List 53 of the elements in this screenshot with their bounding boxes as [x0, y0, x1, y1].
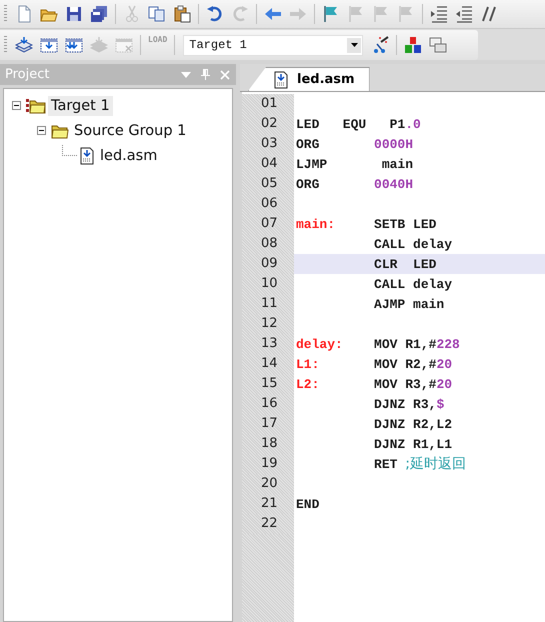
code-editor[interactable] [242, 92, 545, 622]
tree-item[interactable]: Source Group 1 [71, 120, 190, 140]
code-line: ORG 0000H [295, 136, 414, 152]
code-line: ORG 0040H [295, 176, 414, 192]
collapse-toggle[interactable] [12, 101, 24, 110]
line-number: 08 [242, 234, 294, 254]
line-number: 06 [242, 194, 294, 214]
code-line: DJNZ R1,L1 [373, 436, 452, 452]
tree-item[interactable]: Target 1 [48, 96, 113, 116]
line-number: 09 [242, 254, 294, 274]
code-line: DJNZ R2,L2 [373, 416, 452, 432]
code-line: CALL delay [373, 276, 452, 292]
code-line: RET ;延时返回 [373, 455, 466, 473]
line-number: 20 [242, 474, 294, 494]
line-number: 01 [242, 94, 294, 114]
line-number: 04 [242, 154, 294, 174]
target-dropdown[interactable]: Target 1 [183, 34, 364, 56]
file-icon [273, 70, 289, 88]
line-number: 22 [242, 514, 294, 534]
line-number: 13 [242, 334, 294, 354]
line-number: 11 [242, 294, 294, 314]
line-number: 18 [242, 434, 294, 454]
code-line: main: SETB LED [295, 216, 436, 232]
line-number: 05 [242, 174, 294, 194]
code-line: END [295, 496, 320, 512]
line-number: 12 [242, 314, 294, 334]
file-tab[interactable]: led.asm [248, 67, 370, 91]
collapse-toggle[interactable] [37, 126, 49, 135]
line-number: 14 [242, 354, 294, 374]
caret-icon [347, 38, 362, 52]
line-number: 03 [242, 134, 294, 154]
line-number: 21 [242, 494, 294, 514]
tree-item[interactable]: led.asm [97, 146, 160, 166]
panel-title: Project [5, 67, 50, 82]
line-number: 19 [242, 454, 294, 474]
code-line: LJMP main [295, 156, 414, 172]
line-number: 07 [242, 214, 294, 234]
folder-icon [51, 122, 69, 138]
code-line: L2: MOV R3,#20 [295, 376, 452, 392]
code-line: L1: MOV R2,#20 [295, 356, 452, 372]
line-number: 15 [242, 374, 294, 394]
line-number: 10 [242, 274, 294, 294]
line-number: 17 [242, 414, 294, 434]
file-icon [79, 146, 95, 164]
code-line: LED EQU P1.0 [295, 116, 421, 132]
code-line: DJNZ R3,$ [373, 396, 444, 412]
code-line: CALL delay [373, 236, 452, 252]
target-folder-icon [26, 98, 46, 114]
line-number: 16 [242, 394, 294, 414]
line-number: 02 [242, 114, 294, 134]
code-line: CLR LED [373, 256, 436, 272]
code-line: delay: MOV R1,#228 [295, 336, 460, 352]
code-line: AJMP main [373, 296, 444, 312]
